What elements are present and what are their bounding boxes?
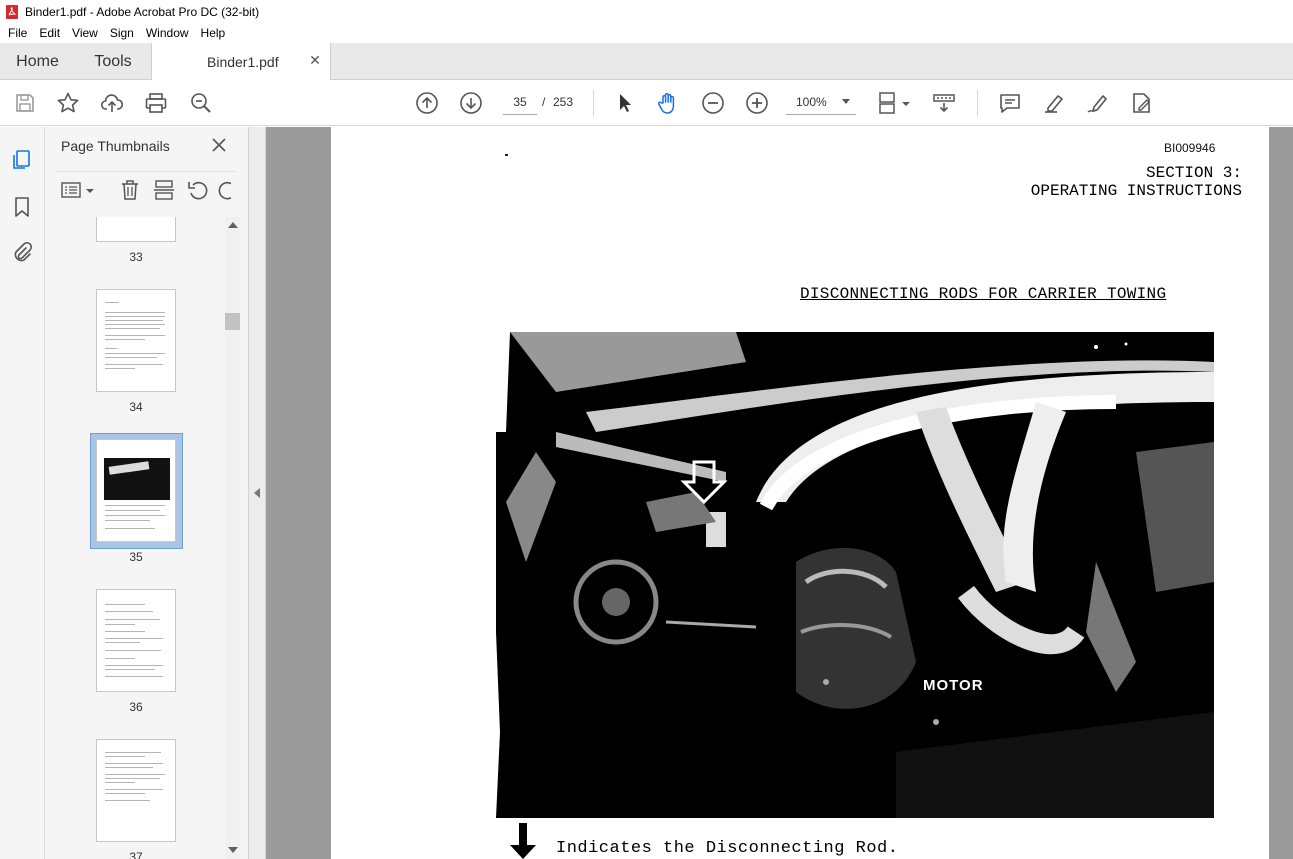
next-page-icon[interactable] [459, 91, 483, 115]
rotate-counterclockwise-icon[interactable] [187, 179, 209, 201]
bookmarks-icon[interactable] [10, 195, 34, 219]
thumbnail-page-35[interactable] [96, 439, 176, 542]
thumbnail-list: 33 34 35 36 37 [45, 217, 249, 859]
print-icon[interactable] [144, 91, 168, 115]
thumbnail-options-icon[interactable] [61, 179, 95, 201]
upload-cloud-icon[interactable] [100, 91, 124, 115]
motor-photograph: MOTOR [496, 332, 1214, 818]
zoom-search-icon[interactable] [189, 91, 213, 115]
section-title: SECTION 3: OPERATING INSTRUCTIONS [1031, 164, 1242, 200]
page-fit-icon[interactable] [877, 91, 913, 115]
page-number-input[interactable]: 35 [503, 90, 537, 115]
toolbar-divider [977, 90, 978, 116]
photo-motor-label: MOTOR [923, 677, 984, 694]
page-thumbnails-panel: Page Thumbnails 33 34 35 36 37 [45, 127, 249, 859]
thumbnail-page-37[interactable] [96, 739, 176, 842]
menu-view[interactable]: View [66, 26, 104, 40]
thumbnail-label: 34 [129, 400, 143, 414]
share-edit-icon[interactable] [1130, 91, 1154, 115]
menu-file[interactable]: File [2, 26, 33, 40]
select-cursor-icon[interactable] [613, 91, 637, 115]
thumbnail-label: 35 [129, 550, 143, 564]
highlight-pen-icon[interactable] [1042, 91, 1066, 115]
page-thumbnails-icon[interactable] [10, 148, 34, 172]
document-id: BI009946 [1164, 141, 1216, 155]
insert-page-icon[interactable] [153, 179, 175, 201]
thumbnail-toolbar [55, 171, 235, 203]
thumbnail-page-36[interactable] [96, 589, 176, 692]
window-title: Binder1.pdf - Adobe Acrobat Pro DC (32-b… [25, 4, 260, 19]
scroll-up-icon[interactable] [228, 222, 238, 228]
page-separator: / [542, 95, 546, 109]
panel-collapse-handle[interactable] [249, 127, 266, 859]
scroll-mode-icon[interactable] [932, 91, 956, 115]
tab-document-label: Binder1.pdf [207, 53, 279, 70]
hand-tool-icon[interactable] [656, 91, 680, 115]
zoom-level-value: 100% [796, 95, 827, 109]
title-bar: Binder1.pdf - Adobe Acrobat Pro DC (32-b… [0, 0, 1293, 23]
attachments-paperclip-icon[interactable] [10, 241, 34, 265]
menu-window[interactable]: Window [140, 26, 195, 40]
acrobat-app-icon [6, 4, 18, 19]
thumbnail-label: 37 [129, 850, 143, 859]
scrollbar-thumb[interactable] [225, 313, 240, 330]
tab-close-icon[interactable]: ✕ [308, 53, 322, 67]
zoom-level-dropdown[interactable]: 100% [786, 90, 856, 115]
panel-title: Page Thumbnails [61, 138, 170, 154]
previous-page-icon[interactable] [415, 91, 439, 115]
panel-close-icon[interactable] [211, 137, 227, 153]
zoom-out-icon[interactable] [701, 91, 725, 115]
save-icon[interactable] [13, 91, 37, 115]
document-view[interactable]: BI009946 SECTION 3: OPERATING INSTRUCTIO… [266, 127, 1293, 859]
scroll-down-icon[interactable] [228, 847, 238, 853]
comment-icon[interactable] [998, 91, 1022, 115]
thumbnail-label: 36 [129, 700, 143, 714]
tab-document[interactable]: Binder1.pdf ✕ [151, 43, 331, 80]
zoom-in-icon[interactable] [745, 91, 769, 115]
tab-home[interactable]: Home [0, 43, 75, 80]
total-pages: 253 [553, 95, 574, 109]
tab-bar: Home Tools Binder1.pdf ✕ [0, 43, 1293, 80]
collapse-left-icon [254, 488, 260, 498]
delete-trash-icon[interactable] [119, 179, 141, 201]
menu-edit[interactable]: Edit [33, 26, 66, 40]
rotate-clockwise-icon[interactable] [217, 179, 231, 201]
section-title-line2: OPERATING INSTRUCTIONS [1030, 182, 1242, 200]
thumbnail-page-33[interactable] [96, 217, 176, 242]
thumbnail-page-34[interactable] [96, 289, 176, 392]
toolbar-divider [593, 90, 594, 116]
thumbnail-scrollbar[interactable] [225, 217, 240, 859]
page-heading: DISCONNECTING RODS FOR CARRIER TOWING [800, 285, 1167, 303]
tab-tools[interactable]: Tools [75, 43, 151, 80]
menu-sign[interactable]: Sign [104, 26, 140, 40]
menu-help[interactable]: Help [195, 26, 232, 40]
thumbnail-label: 33 [129, 250, 143, 264]
pdf-page: BI009946 SECTION 3: OPERATING INSTRUCTIO… [331, 127, 1269, 859]
bookmark-star-icon[interactable] [56, 91, 80, 115]
arrow-down-icon [510, 823, 536, 859]
menu-bar: File Edit View Sign Window Help [0, 23, 1293, 43]
main-toolbar: 35 / 253 100% [0, 80, 1293, 126]
chevron-down-icon [842, 99, 850, 104]
navigation-rail [0, 127, 45, 859]
draw-sign-icon[interactable] [1086, 91, 1110, 115]
section-title-line1: SECTION 3: [1145, 164, 1242, 182]
figure-caption: Indicates the Disconnecting Rod. [556, 839, 899, 858]
